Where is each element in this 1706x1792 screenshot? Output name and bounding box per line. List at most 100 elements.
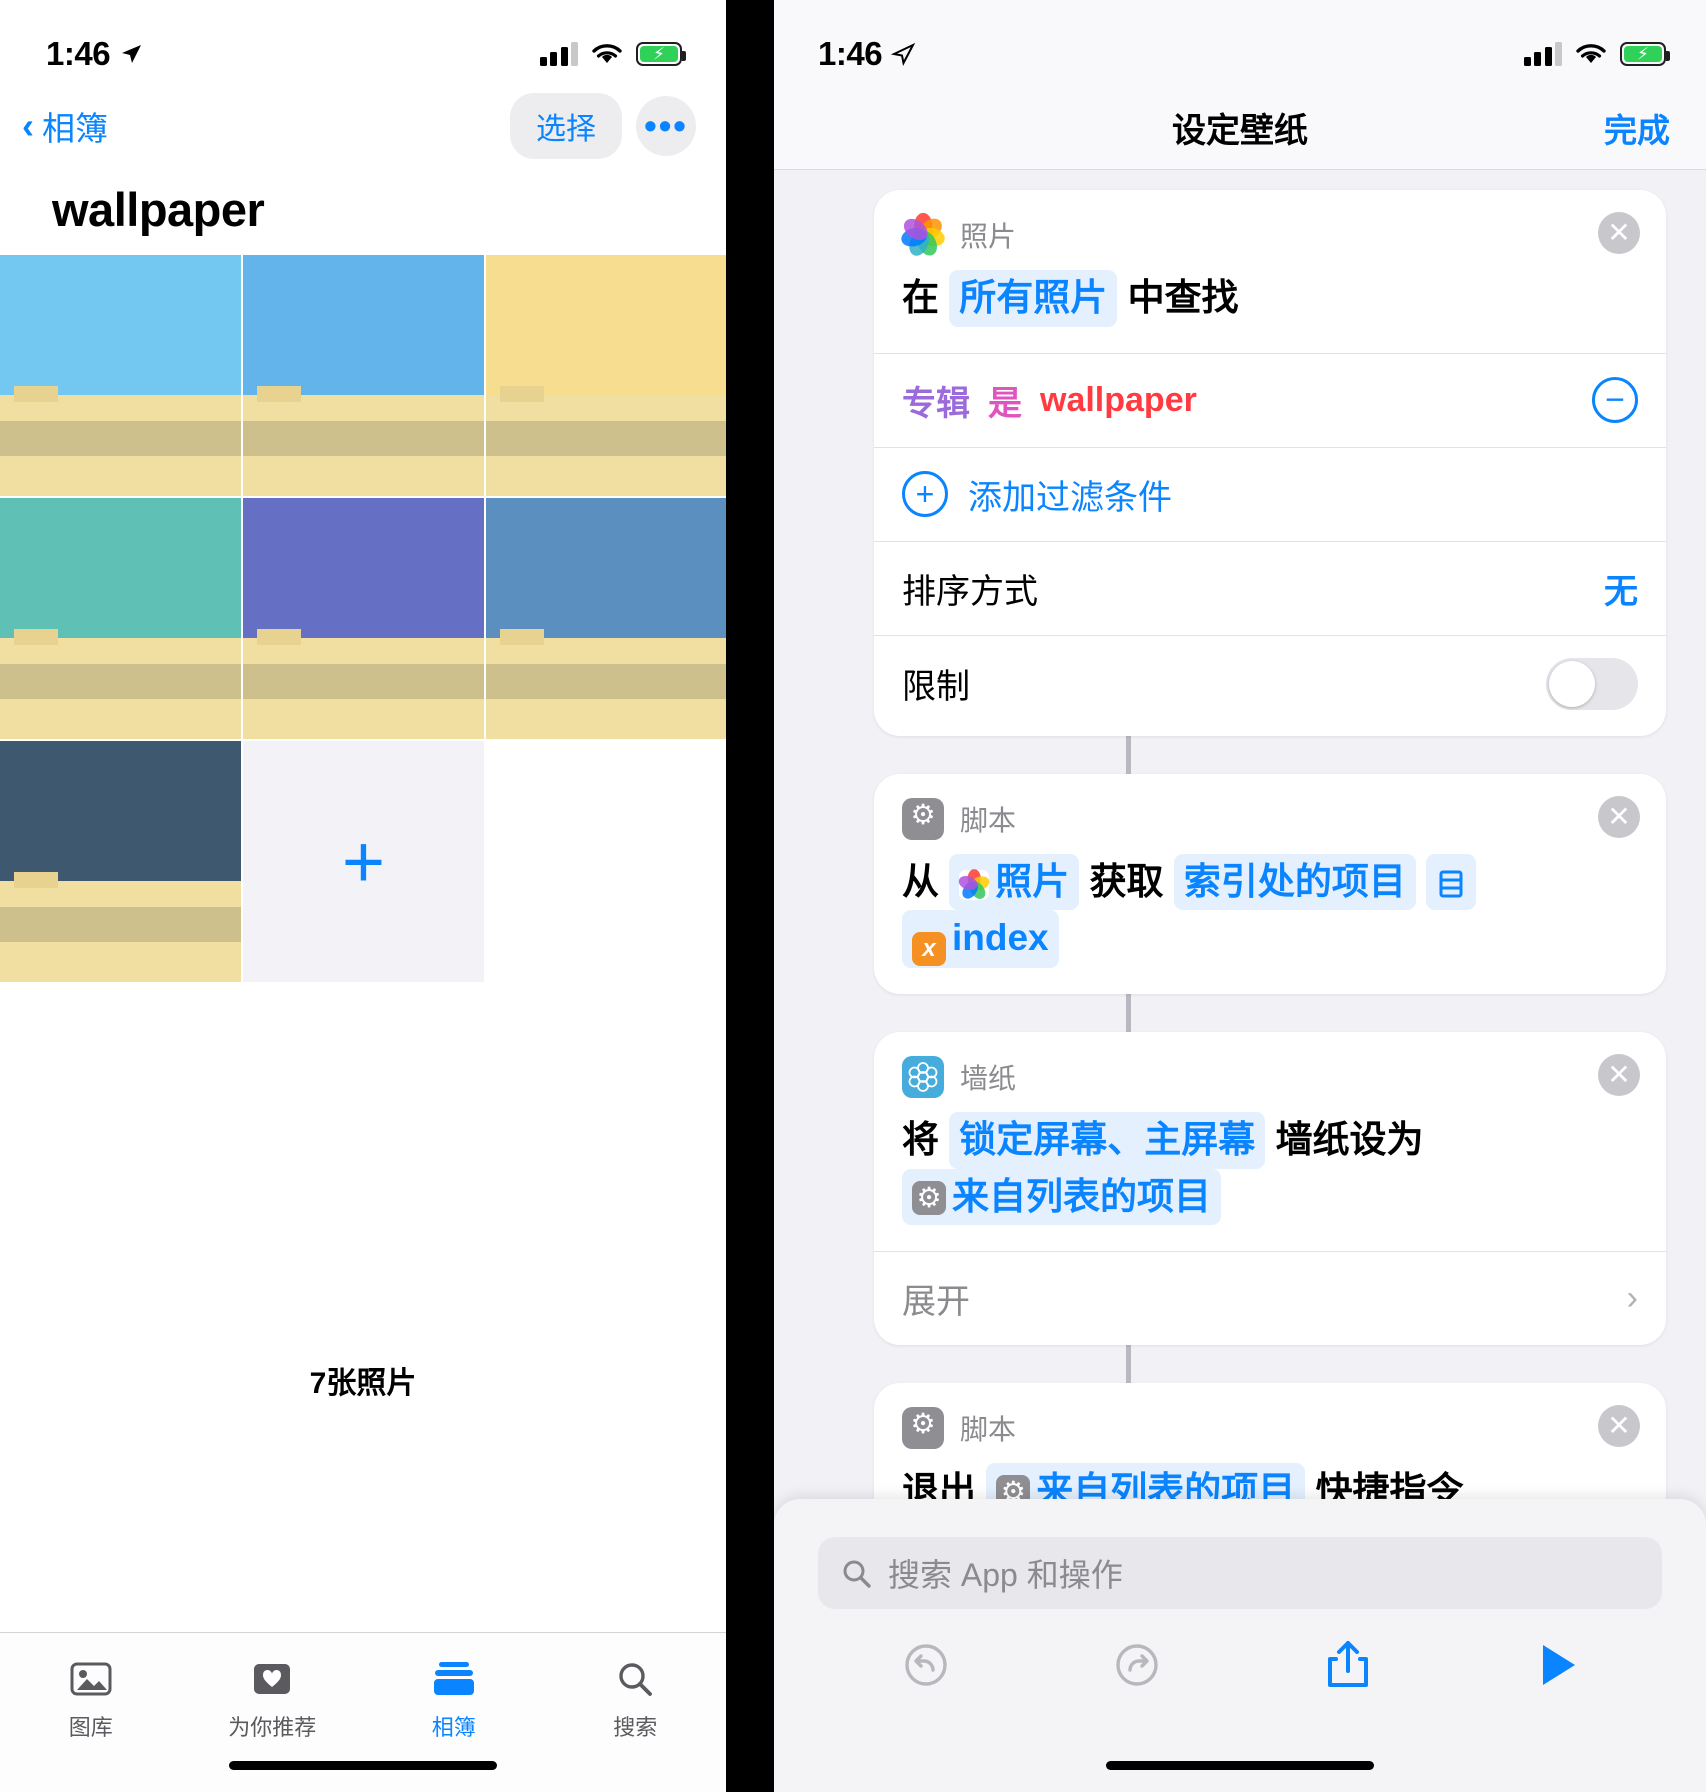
filter-row[interactable]: 专辑 是 wallpaper −	[874, 352, 1666, 447]
minus-circle-icon[interactable]: −	[1592, 377, 1638, 424]
body-text: 获取	[1089, 860, 1164, 902]
list-item-variable-token[interactable]: 来自列表的项目	[902, 1168, 1221, 1226]
battery-charging-icon: ⚡	[636, 42, 686, 66]
back-button[interactable]: ‹ 相簿	[22, 102, 108, 150]
token-label: 照片	[995, 860, 1070, 902]
photo-thumbnail[interactable]	[0, 255, 241, 496]
scripting-gear-icon	[912, 1180, 946, 1215]
wifi-icon	[592, 44, 622, 63]
body-text: 墙纸设为	[1275, 1119, 1424, 1161]
photo-thumbnail[interactable]	[243, 498, 484, 739]
shortcut-title: 设定壁纸	[1172, 112, 1308, 150]
cellular-signal-icon	[1523, 42, 1562, 66]
tab-search[interactable]: 搜索	[545, 1659, 727, 1742]
cellular-signal-icon	[539, 42, 578, 66]
token-label: index	[952, 917, 1049, 959]
photo-count-label: 7张照片	[309, 1367, 417, 1400]
card-app-name: 脚本	[960, 804, 1017, 836]
filter-field[interactable]: 专辑	[902, 376, 970, 425]
photos-library-icon	[68, 1659, 114, 1699]
tab-label: 相簿	[431, 1715, 476, 1740]
body-text-pre: 在	[902, 277, 939, 318]
tab-label: 图库	[68, 1715, 113, 1740]
battery-charging-icon: ⚡	[1620, 42, 1670, 66]
close-icon[interactable]: ✕	[1598, 1054, 1640, 1097]
photos-app-icon	[899, 212, 947, 259]
action-flow: 照片 ✕ 在 所有照片 中查找 专辑 是 wallpaper − + 添加过滤条…	[774, 170, 1706, 1546]
index-variable-token[interactable]: x index	[902, 910, 1059, 969]
add-photo-button[interactable]: +	[243, 741, 484, 982]
more-options-button[interactable]: •••	[636, 96, 696, 156]
status-bar-right: 1:46 ⚡	[774, 0, 1706, 86]
photos-token[interactable]: 照片	[949, 853, 1080, 911]
tab-albums[interactable]: 相簿	[363, 1659, 545, 1742]
share-icon	[1327, 1641, 1368, 1687]
card-header: 脚本 ✕	[874, 774, 1666, 844]
done-button[interactable]: 完成	[1604, 104, 1670, 152]
search-placeholder: 搜索 App 和操作	[888, 1557, 1123, 1593]
location-arrow-icon	[122, 45, 142, 63]
card-app-name: 脚本	[960, 1414, 1017, 1446]
action-card-get-item[interactable]: 脚本 ✕ 从 照片 获取 索引处的项目	[874, 773, 1666, 995]
limit-label: 限制	[902, 668, 970, 707]
limit-toggle[interactable]	[1546, 657, 1638, 710]
sort-row[interactable]: 排序方式 无	[874, 540, 1666, 635]
sort-value[interactable]: 无	[1604, 564, 1638, 613]
filter-value[interactable]: wallpaper	[1040, 381, 1197, 420]
play-icon	[1542, 1645, 1575, 1685]
dual-screenshot: 1:46 ⚡ ‹ 相簿 选择 ••• wallpaper + 7张照片 图库 为…	[0, 0, 1706, 1792]
action-card-set-wallpaper[interactable]: 墙纸 ✕ 将 锁定屏幕、主屏幕 墙纸设为 来自列表的项目 展开 ›	[874, 1032, 1666, 1346]
chevron-right-icon: ›	[1626, 1279, 1638, 1318]
select-button[interactable]: 选择	[510, 93, 622, 159]
close-icon[interactable]: ✕	[1598, 795, 1640, 838]
photo-thumbnail[interactable]	[486, 498, 726, 739]
card-header: 脚本 ✕	[874, 1383, 1666, 1453]
tab-label: 为你推荐	[228, 1715, 317, 1740]
limit-row[interactable]: 限制	[874, 634, 1666, 736]
tab-bar: 图库 为你推荐 相簿 搜索	[0, 1632, 726, 1792]
card-body: 将 锁定屏幕、主屏幕 墙纸设为 来自列表的项目	[874, 1102, 1666, 1251]
photos-app-pane: 1:46 ⚡ ‹ 相簿 选择 ••• wallpaper + 7张照片 图库 为…	[0, 0, 726, 1792]
card-body: 从 照片 获取 索引处的项目 x index	[874, 844, 1666, 995]
status-bar-left: 1:46 ⚡	[0, 0, 726, 86]
photo-thumbnail[interactable]	[0, 498, 241, 739]
run-button[interactable]	[1533, 1639, 1581, 1696]
photo-thumbnail[interactable]	[0, 741, 241, 982]
status-left-group: 1:46	[818, 35, 916, 73]
photo-thumbnail[interactable]	[243, 255, 484, 496]
index-mode-token[interactable]: 索引处的项目	[1173, 853, 1416, 911]
sort-label: 排序方式	[902, 572, 1038, 611]
close-icon[interactable]: ✕	[1598, 212, 1640, 254]
nav-right-group: 选择 •••	[510, 93, 696, 159]
list-icon-token[interactable]	[1426, 853, 1477, 911]
filter-operator[interactable]: 是	[988, 376, 1022, 425]
albums-icon	[431, 1659, 477, 1699]
body-text: 从	[902, 860, 939, 902]
close-icon[interactable]: ✕	[1598, 1405, 1640, 1448]
action-card-find-photos[interactable]: 照片 ✕ 在 所有照片 中查找 专辑 是 wallpaper − + 添加过滤条…	[874, 190, 1666, 736]
card-header: 照片 ✕	[874, 190, 1666, 260]
add-filter-row[interactable]: + 添加过滤条件	[874, 446, 1666, 541]
flow-connector	[1126, 735, 1131, 774]
undo-button[interactable]	[900, 1639, 952, 1696]
source-token[interactable]: 所有照片	[949, 270, 1118, 327]
home-indicator	[229, 1761, 497, 1770]
tab-library[interactable]: 图库	[0, 1659, 182, 1742]
variable-x-icon: x	[912, 932, 946, 967]
status-time: 1:46	[818, 35, 883, 72]
share-button[interactable]	[1322, 1637, 1374, 1698]
expand-label: 展开	[902, 1283, 970, 1322]
editor-toolbar	[774, 1609, 1706, 1698]
plus-icon: +	[341, 819, 386, 903]
redo-button[interactable]	[1111, 1639, 1163, 1696]
undo-icon	[904, 1644, 947, 1686]
search-input[interactable]: 搜索 App 和操作	[818, 1537, 1662, 1609]
card-app-name: 墙纸	[960, 1063, 1017, 1095]
plus-circle-icon: +	[902, 471, 948, 518]
card-header: 墙纸 ✕	[874, 1032, 1666, 1102]
wifi-icon	[1576, 44, 1606, 63]
screen-target-token[interactable]: 锁定屏幕、主屏幕	[949, 1112, 1266, 1169]
tab-for-you[interactable]: 为你推荐	[182, 1659, 364, 1742]
expand-row[interactable]: 展开 ›	[874, 1251, 1666, 1345]
photo-thumbnail[interactable]	[486, 255, 726, 496]
